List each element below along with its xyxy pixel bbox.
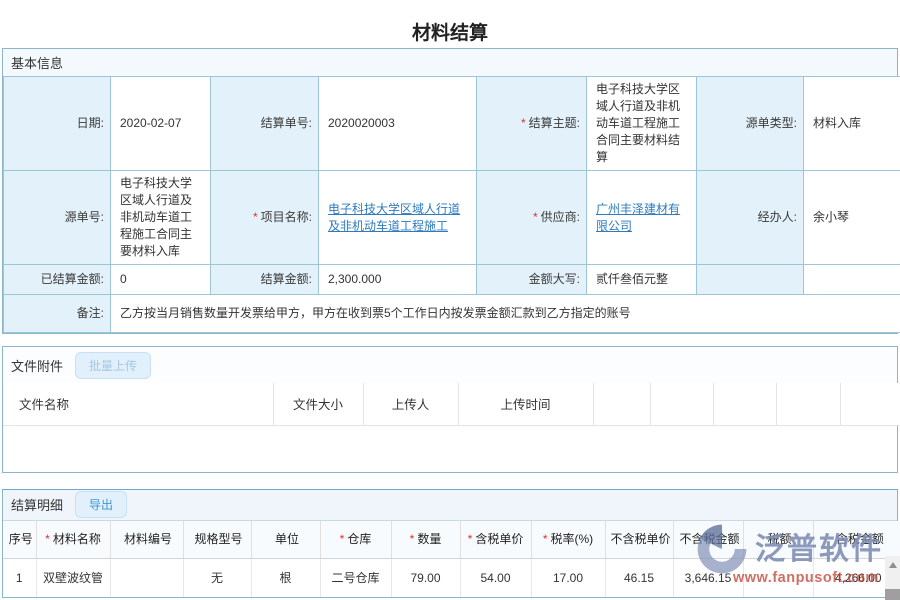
col-material-code: 材料编号 bbox=[110, 521, 183, 559]
source-type-value: 材料入库 bbox=[804, 77, 900, 171]
details-section-title: 结算明细 bbox=[11, 495, 63, 514]
details-table: 序号 *材料名称 材料编号 规格型号 单位 *仓库 *数量 *含税单价 *税率(… bbox=[3, 521, 900, 597]
col-price-without-tax: 不含税单价 bbox=[605, 521, 673, 559]
attachments-header-row: 文件名称 文件大小 上传人 上传时间 bbox=[3, 383, 900, 425]
col-amount-with-tax: 含税金额 bbox=[813, 521, 900, 559]
supplier-link[interactable]: 广州丰泽建材有限公司 bbox=[596, 202, 680, 233]
details-header-row: 序号 *材料名称 材料编号 规格型号 单位 *仓库 *数量 *含税单价 *税率(… bbox=[3, 521, 900, 559]
basic-info-section: 基本信息 日期: 2020-02-07 结算单号: 2020020003 *结算… bbox=[2, 48, 898, 334]
details-data-row: 1 双壁波纹管 无 根 二号仓库 79.00 54.00 17.00 46.15… bbox=[3, 559, 900, 597]
cell-price-without-tax: 46.15 bbox=[605, 559, 673, 597]
cell-tax-amount bbox=[743, 559, 813, 597]
cell-price-with-tax: 54.00 bbox=[460, 559, 531, 597]
scroll-up-arrow-icon[interactable] bbox=[885, 556, 900, 574]
subject-label: *结算主题: bbox=[477, 77, 587, 171]
col-empty bbox=[776, 383, 840, 425]
date-label: 日期: bbox=[4, 77, 111, 171]
details-section: 结算明细 导出 序号 *材料名称 材料编号 规格型号 单位 *仓库 *数量 *含… bbox=[2, 489, 898, 598]
cell-seq: 1 bbox=[3, 559, 36, 597]
cell-material-code bbox=[110, 559, 183, 597]
remark-label: 备注: bbox=[4, 295, 111, 333]
export-button[interactable]: 导出 bbox=[75, 491, 127, 518]
empty-value-cell bbox=[804, 265, 900, 295]
col-file-name: 文件名称 bbox=[3, 383, 273, 425]
subject-value: 电子科技大学区域人行道及非机动车道工程施工合同主要材料结算 bbox=[587, 77, 697, 171]
attachments-table: 文件名称 文件大小 上传人 上传时间 bbox=[3, 383, 900, 426]
cell-unit: 根 bbox=[251, 559, 320, 597]
handler-label: 经办人: bbox=[697, 171, 804, 265]
col-file-size: 文件大小 bbox=[273, 383, 363, 425]
col-empty bbox=[713, 383, 776, 425]
attachments-section-title: 文件附件 bbox=[11, 356, 63, 375]
basic-info-section-title: 基本信息 bbox=[3, 49, 897, 76]
amount-words-value: 贰仟叁佰元整 bbox=[587, 265, 697, 295]
col-empty bbox=[593, 383, 650, 425]
basic-info-row-1: 日期: 2020-02-07 结算单号: 2020020003 *结算主题: 电… bbox=[4, 77, 900, 171]
settled-amount-label: 已结算金额: bbox=[4, 265, 111, 295]
col-price-with-tax: *含税单价 bbox=[460, 521, 531, 559]
required-asterisk: * bbox=[253, 210, 258, 224]
handler-value: 余小琴 bbox=[804, 171, 900, 265]
col-amount-without-tax: 不含税金额 bbox=[673, 521, 743, 559]
col-uploader: 上传人 bbox=[363, 383, 458, 425]
supplier-label: *供应商: bbox=[477, 171, 587, 265]
attachments-section-head: 文件附件 批量上传 bbox=[3, 347, 897, 383]
cell-quantity: 79.00 bbox=[391, 559, 460, 597]
col-tax-rate: *税率(%) bbox=[531, 521, 605, 559]
attachments-empty-body bbox=[3, 426, 897, 472]
batch-upload-button[interactable]: 批量上传 bbox=[75, 352, 151, 379]
remark-value: 乙方按当月销售数量开发票给甲方，甲方在收到票5个工作日内按发票金额汇款到乙方指定… bbox=[111, 295, 900, 333]
basic-info-row-2: 源单号: 电子科技大学区域人行道及非机动车道工程施工合同主要材料入库 *项目名称… bbox=[4, 171, 900, 265]
cell-tax-rate: 17.00 bbox=[531, 559, 605, 597]
scrollbar[interactable] bbox=[885, 556, 900, 600]
supplier-value: 广州丰泽建材有限公司 bbox=[587, 171, 697, 265]
settled-amount-value: 0 bbox=[111, 265, 211, 295]
empty-label-cell bbox=[697, 265, 804, 295]
page-title: 材料结算 bbox=[0, 0, 900, 48]
project-label: *项目名称: bbox=[211, 171, 319, 265]
project-link[interactable]: 电子科技大学区域人行道及非机动车道工程施工 bbox=[328, 202, 460, 233]
details-section-head: 结算明细 导出 bbox=[3, 490, 897, 521]
required-asterisk: * bbox=[521, 116, 526, 130]
col-quantity: *数量 bbox=[391, 521, 460, 559]
cell-spec-model: 无 bbox=[183, 559, 251, 597]
settle-amount-value: 2,300.000 bbox=[319, 265, 477, 295]
col-empty bbox=[840, 383, 900, 425]
scrollbar-thumb[interactable] bbox=[885, 589, 900, 600]
col-tax-amount: 税额 bbox=[743, 521, 813, 559]
col-upload-time: 上传时间 bbox=[458, 383, 593, 425]
col-spec-model: 规格型号 bbox=[183, 521, 251, 559]
col-empty bbox=[650, 383, 713, 425]
settle-amount-label: 结算金额: bbox=[211, 265, 319, 295]
col-warehouse: *仓库 bbox=[320, 521, 391, 559]
col-unit: 单位 bbox=[251, 521, 320, 559]
source-no-label: 源单号: bbox=[4, 171, 111, 265]
col-material-name: *材料名称 bbox=[36, 521, 110, 559]
col-seq: 序号 bbox=[3, 521, 36, 559]
cell-amount-without-tax: 3,646.15 bbox=[673, 559, 743, 597]
basic-info-table: 日期: 2020-02-07 结算单号: 2020020003 *结算主题: 电… bbox=[3, 76, 900, 333]
source-type-label: 源单类型: bbox=[697, 77, 804, 171]
cell-material-name: 双壁波纹管 bbox=[36, 559, 110, 597]
amount-words-label: 金额大写: bbox=[477, 265, 587, 295]
cell-warehouse: 二号仓库 bbox=[320, 559, 391, 597]
attachments-section: 文件附件 批量上传 文件名称 文件大小 上传人 上传时间 bbox=[2, 346, 898, 473]
source-no-value: 电子科技大学区域人行道及非机动车道工程施工合同主要材料入库 bbox=[111, 171, 211, 265]
date-value: 2020-02-07 bbox=[111, 77, 211, 171]
basic-info-row-remark: 备注: 乙方按当月销售数量开发票给甲方，甲方在收到票5个工作日内按发票金额汇款到… bbox=[4, 295, 900, 333]
basic-info-row-3: 已结算金额: 0 结算金额: 2,300.000 金额大写: 贰仟叁佰元整 bbox=[4, 265, 900, 295]
project-value: 电子科技大学区域人行道及非机动车道工程施工 bbox=[319, 171, 477, 265]
settle-no-label: 结算单号: bbox=[211, 77, 319, 171]
required-asterisk: * bbox=[533, 210, 538, 224]
settle-no-value: 2020020003 bbox=[319, 77, 477, 171]
